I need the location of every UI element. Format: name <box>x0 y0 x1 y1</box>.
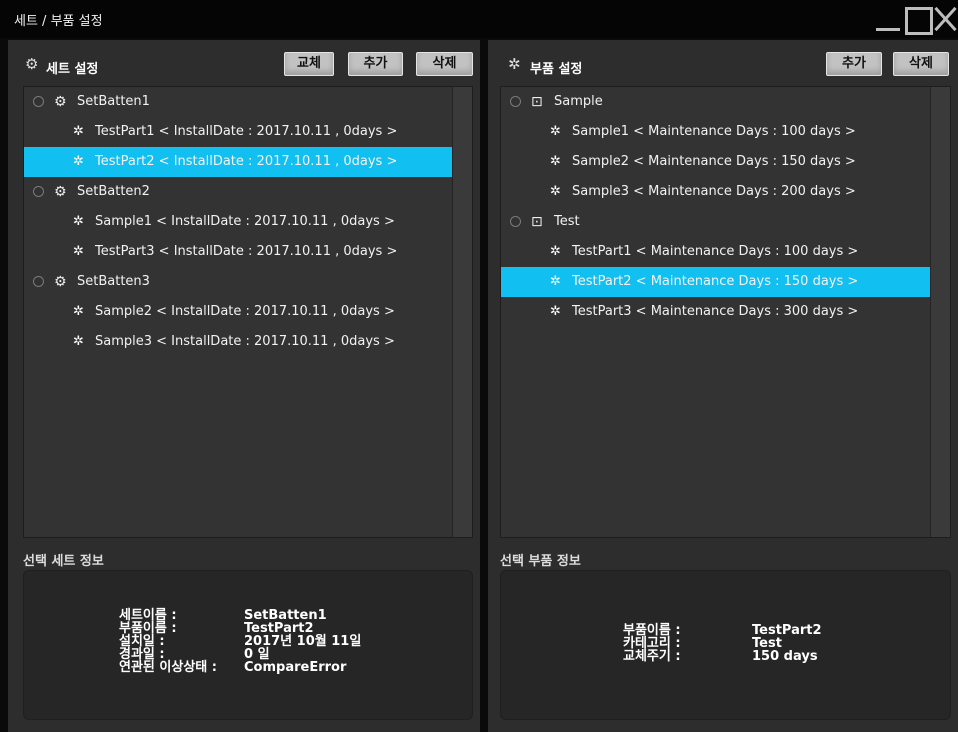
radio-icon[interactable] <box>510 216 521 227</box>
tree-item[interactable]: ✲ TestPart3 < InstallDate : 2017.10.11 ,… <box>24 237 451 267</box>
info-value-related-error: CompareError <box>244 660 347 675</box>
item-label: Sample2 < Maintenance Days : 150 days > <box>572 154 856 169</box>
part-settings-panel: ✲ 부품 설정 추가 삭제 ⊡ Sample ✲ Sample1 < Maint… <box>488 40 958 732</box>
replace-button[interactable]: 교체 <box>284 52 334 76</box>
set-settings-panel: ⚙ 세트 설정 교체 추가 삭제 ⚙ SetBatten1 ✲ TestPart… <box>8 40 480 732</box>
part-settings-title: 부품 설정 <box>530 62 583 77</box>
gear-icon: ✲ <box>508 55 521 73</box>
maximize-icon[interactable] <box>903 4 933 35</box>
item-label: Sample1 < InstallDate : 2017.10.11 , 0da… <box>95 214 395 229</box>
add-part-button[interactable]: 추가 <box>826 52 882 76</box>
delete-set-button[interactable]: 삭제 <box>416 52 473 76</box>
chip-icon: ⊡ <box>531 94 543 110</box>
tree-item[interactable]: ✲ Sample1 < InstallDate : 2017.10.11 , 0… <box>24 207 451 237</box>
tree-item-selected[interactable]: ✲ TestPart2 < InstallDate : 2017.10.11 ,… <box>24 147 472 177</box>
gears-icon: ⚙ <box>54 184 67 200</box>
radio-icon[interactable] <box>33 186 44 197</box>
set-tree-scrollbar[interactable] <box>452 87 472 537</box>
close-icon[interactable] <box>932 4 958 34</box>
item-label: TestPart2 < InstallDate : 2017.10.11 , 0… <box>95 154 398 169</box>
selected-set-info: 세트이름 : 부품이름 : 설치일 : 경과일 : 연관된 이상상태 : Set… <box>23 570 473 720</box>
window-title: 세트 / 부품 설정 <box>14 14 103 29</box>
set-settings-header: ⚙ 세트 설정 교체 추가 삭제 <box>8 40 480 84</box>
gears-icon: ⚙ <box>25 55 39 73</box>
tree-item[interactable]: ✲ Sample2 < Maintenance Days : 150 days … <box>501 147 929 177</box>
tree-item[interactable]: ✲ Sample3 < Maintenance Days : 200 days … <box>501 177 929 207</box>
item-label: Sample1 < Maintenance Days : 100 days > <box>572 124 856 139</box>
radio-icon[interactable] <box>33 276 44 287</box>
tree-item[interactable]: ✲ TestPart1 < Maintenance Days : 100 day… <box>501 237 929 267</box>
gear-icon: ✲ <box>550 184 561 199</box>
tree-item[interactable]: ✲ TestPart3 < Maintenance Days : 300 day… <box>501 297 929 327</box>
selected-part-info: 부품이름 : 카테고리 : 교체주기 : TestPart2 Test 150 … <box>500 570 951 720</box>
info-label-related-error: 연관된 이상상태 : <box>119 660 217 675</box>
gear-icon: ✲ <box>550 154 561 169</box>
gear-icon: ✲ <box>73 244 84 259</box>
gear-icon: ✲ <box>73 214 84 229</box>
selected-part-info-title: 선택 부품 정보 <box>500 554 581 569</box>
part-settings-header: ✲ 부품 설정 추가 삭제 <box>488 40 958 84</box>
add-set-button[interactable]: 추가 <box>348 52 403 76</box>
item-label: TestPart1 < Maintenance Days : 100 days … <box>572 244 859 259</box>
gear-icon: ✲ <box>550 274 561 289</box>
item-label: Sample3 < Maintenance Days : 200 days > <box>572 184 856 199</box>
minimize-icon[interactable] <box>873 4 903 34</box>
part-tree[interactable]: ⊡ Sample ✲ Sample1 < Maintenance Days : … <box>500 86 951 538</box>
gear-icon: ✲ <box>73 124 84 139</box>
group-label: Sample <box>554 94 603 109</box>
delete-part-button[interactable]: 삭제 <box>893 52 949 76</box>
gear-icon: ✲ <box>550 304 561 319</box>
gear-icon: ✲ <box>73 154 84 169</box>
tree-group-setbatten1[interactable]: ⚙ SetBatten1 <box>24 87 451 117</box>
gear-icon: ✲ <box>73 304 84 319</box>
info-value-replace-cycle: 150 days <box>752 649 818 664</box>
set-tree[interactable]: ⚙ SetBatten1 ✲ TestPart1 < InstallDate :… <box>23 86 473 538</box>
tree-group-setbatten3[interactable]: ⚙ SetBatten3 <box>24 267 451 297</box>
item-label: TestPart1 < InstallDate : 2017.10.11 , 0… <box>95 124 398 139</box>
item-label: Sample3 < InstallDate : 2017.10.11 , 0da… <box>95 334 395 349</box>
selected-set-info-title: 선택 세트 정보 <box>23 554 104 569</box>
title-bar: 세트 / 부품 설정 <box>0 0 958 38</box>
radio-icon[interactable] <box>33 96 44 107</box>
group-label: SetBatten2 <box>77 184 150 199</box>
gears-icon: ⚙ <box>54 274 67 290</box>
item-label: Sample2 < InstallDate : 2017.10.11 , 0da… <box>95 304 395 319</box>
tree-item-selected[interactable]: ✲ TestPart2 < Maintenance Days : 150 day… <box>501 267 950 297</box>
tree-group-test[interactable]: ⊡ Test <box>501 207 929 237</box>
tree-item[interactable]: ✲ Sample1 < Maintenance Days : 100 days … <box>501 117 929 147</box>
group-label: SetBatten3 <box>77 274 150 289</box>
gear-icon: ✲ <box>550 124 561 139</box>
gears-icon: ⚙ <box>54 94 67 110</box>
set-settings-title: 세트 설정 <box>46 62 99 77</box>
group-label: Test <box>554 214 580 229</box>
gear-icon: ✲ <box>550 244 561 259</box>
item-label: TestPart3 < InstallDate : 2017.10.11 , 0… <box>95 244 398 259</box>
part-tree-scrollbar[interactable] <box>930 87 950 537</box>
item-label: TestPart3 < Maintenance Days : 300 days … <box>572 304 859 319</box>
radio-icon[interactable] <box>510 96 521 107</box>
tree-item[interactable]: ✲ Sample3 < InstallDate : 2017.10.11 , 0… <box>24 327 451 357</box>
tree-item[interactable]: ✲ Sample2 < InstallDate : 2017.10.11 , 0… <box>24 297 451 327</box>
group-label: SetBatten1 <box>77 94 150 109</box>
info-label-replace-cycle: 교체주기 : <box>623 649 681 664</box>
tree-item[interactable]: ✲ TestPart1 < InstallDate : 2017.10.11 ,… <box>24 117 451 147</box>
chip-icon: ⊡ <box>531 214 543 230</box>
item-label: TestPart2 < Maintenance Days : 150 days … <box>572 274 859 289</box>
gear-icon: ✲ <box>73 334 84 349</box>
tree-group-sample[interactable]: ⊡ Sample <box>501 87 929 117</box>
tree-group-setbatten2[interactable]: ⚙ SetBatten2 <box>24 177 451 207</box>
